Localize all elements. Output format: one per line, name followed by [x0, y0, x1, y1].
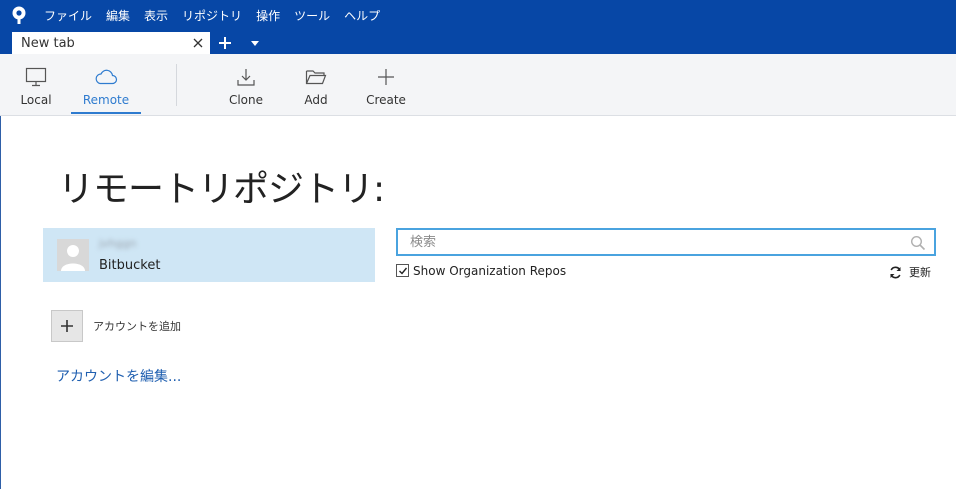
refresh-label: 更新: [909, 266, 931, 279]
tab-new[interactable]: New tab: [12, 32, 210, 54]
toolbar-separator: [176, 64, 177, 106]
remote-button[interactable]: Remote: [71, 54, 141, 116]
menu-help[interactable]: ヘルプ: [344, 7, 380, 24]
tab-label: New tab: [21, 35, 75, 51]
cloud-icon: [94, 66, 118, 88]
menu-actions[interactable]: 操作: [256, 7, 280, 24]
search-icon[interactable]: [910, 235, 926, 251]
add-label: Add: [304, 93, 328, 107]
sourcetree-logo-icon: [10, 6, 28, 24]
download-icon: [236, 66, 256, 88]
monitor-icon: [25, 66, 47, 88]
create-label: Create: [366, 93, 406, 107]
menu-file[interactable]: ファイル: [44, 7, 92, 24]
search-input[interactable]: [398, 230, 934, 254]
plus-icon[interactable]: [215, 33, 235, 53]
refresh-button[interactable]: 更新: [889, 264, 931, 280]
menu-bar: ファイル 編集 表示 リポジトリ 操作 ツール ヘルプ: [0, 0, 956, 30]
active-tab-indicator: [71, 112, 141, 114]
add-account-button[interactable]: [51, 310, 83, 342]
show-org-repos-checkbox[interactable]: [396, 264, 409, 277]
page-title: リモートリポジトリ:: [58, 169, 385, 210]
menu-tools[interactable]: ツール: [294, 7, 330, 24]
refresh-icon: [890, 266, 901, 278]
add-account-label[interactable]: アカウントを追加: [93, 318, 181, 334]
clone-button[interactable]: Clone: [211, 54, 281, 116]
toolbar: Local Remote Clone Add Create: [0, 54, 956, 116]
plus-icon: [377, 66, 395, 88]
local-label: Local: [20, 93, 52, 107]
account-item-bitbucket[interactable]: jvhggn Bitbucket: [43, 228, 375, 282]
tab-strip: New tab: [0, 30, 956, 54]
search-box: [396, 228, 936, 256]
menu-view[interactable]: 表示: [144, 7, 168, 24]
edit-accounts-link[interactable]: アカウントを編集...: [56, 366, 181, 386]
chevron-down-icon[interactable]: [247, 35, 263, 51]
account-host: Bitbucket: [99, 258, 161, 273]
checkmark-icon: [398, 267, 407, 275]
menu-repository[interactable]: リポジトリ: [182, 7, 242, 24]
show-org-repos-label[interactable]: Show Organization Repos: [413, 264, 566, 278]
avatar: [57, 239, 89, 271]
window-border: [0, 116, 1, 489]
local-button[interactable]: Local: [1, 54, 71, 116]
create-button[interactable]: Create: [351, 54, 421, 116]
add-button[interactable]: Add: [281, 54, 351, 116]
account-username: jvhggn: [99, 237, 137, 250]
plus-icon: [61, 320, 73, 332]
remote-label: Remote: [82, 93, 130, 107]
close-icon[interactable]: [188, 33, 208, 53]
folder-icon: [305, 66, 327, 88]
menu-edit[interactable]: 編集: [106, 7, 130, 24]
clone-label: Clone: [228, 93, 264, 107]
